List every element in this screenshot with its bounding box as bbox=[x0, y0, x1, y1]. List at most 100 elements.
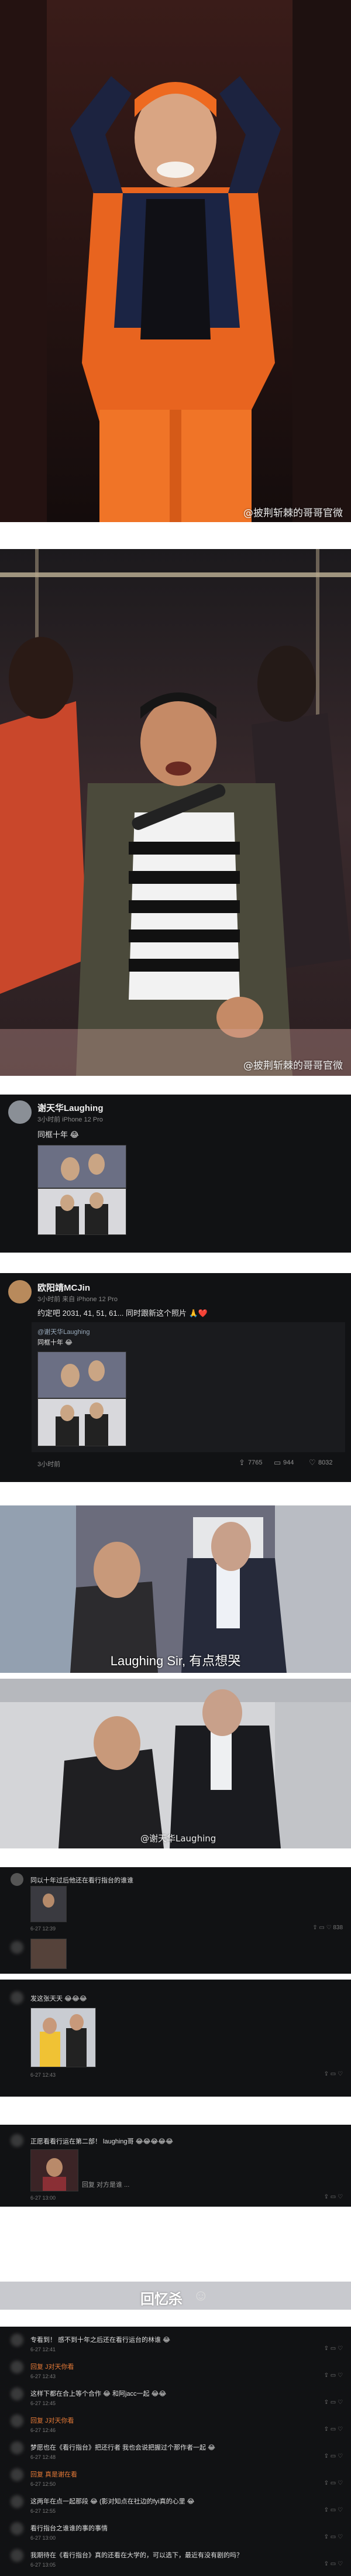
avatar[interactable] bbox=[11, 1873, 23, 1886]
comments-screenshot-2: 发这张天天 😂😂😂 6-27 12:43 ⇪ ▭ ♡ bbox=[0, 1980, 351, 2097]
quoted-post[interactable]: @谢天华Laughing 同框十年 😂 bbox=[32, 1322, 345, 1452]
comment-actions[interactable]: ⇪ ▭ ♡ bbox=[324, 2345, 343, 2352]
avatar[interactable] bbox=[11, 2441, 23, 2454]
quoted-user[interactable]: @谢天华Laughing bbox=[37, 1327, 90, 1336]
quoted-image-bottom[interactable] bbox=[37, 1398, 126, 1446]
comment-text: 专看到！ 感不到十年之后还在看行运台的林谁 😂 bbox=[30, 2337, 170, 2344]
share-count: 7765 bbox=[248, 1459, 263, 1466]
comment-image[interactable] bbox=[30, 2008, 96, 2067]
like-count: 8032 bbox=[318, 1459, 333, 1466]
watermark: @谢天华Laughing bbox=[140, 1833, 216, 1844]
comment-row[interactable]: 回复 J对天你看 6-27 12:46 ⇪ ▭ ♡ bbox=[0, 2412, 351, 2438]
comment-text: 我期待在《看行指台》真的还看在大学的，可以选下，最近有没有剧的吗？ bbox=[30, 2552, 243, 2559]
avatar[interactable] bbox=[11, 2388, 23, 2400]
avatar[interactable] bbox=[11, 2495, 23, 2508]
post-text: 同框十年 😂 bbox=[37, 1130, 79, 1139]
comment-row[interactable]: 这样下都在合上等个合作 😂 和阿jacc一起 😂😂 6-27 12:45 ⇪ ▭ ♡ bbox=[0, 2385, 351, 2411]
recreated-photo: @谢天华Laughing bbox=[0, 1679, 351, 1848]
comment-actions[interactable]: ⇪ ▭ ♡ bbox=[324, 2071, 343, 2077]
comment-time: 6-27 13:00 bbox=[30, 2195, 56, 2201]
comment-row[interactable]: 回复 J对天你看 6-27 12:43 ⇪ ▭ ♡ bbox=[0, 2358, 351, 2384]
memory-banner: 回忆杀 ☺ bbox=[0, 2282, 351, 2310]
stage-photo-2: @披荆斩棘的哥哥官微 bbox=[0, 549, 351, 1076]
post-image-top[interactable] bbox=[37, 1145, 126, 1188]
comment-time: 6-27 13:00 bbox=[30, 2535, 56, 2541]
avatar[interactable] bbox=[11, 2522, 23, 2535]
quoted-image-top[interactable] bbox=[37, 1352, 126, 1398]
comment-count: 944 bbox=[283, 1459, 294, 1466]
comment-image[interactable] bbox=[30, 2149, 78, 2191]
comment-image[interactable] bbox=[30, 1886, 67, 1922]
comment-actions[interactable]: ⇪ ▭ ♡ bbox=[324, 2453, 343, 2460]
avatar[interactable] bbox=[11, 2414, 23, 2427]
comment-icon[interactable]: ▭ bbox=[274, 1458, 281, 1467]
post-username[interactable]: 谢天华Laughing bbox=[37, 1102, 104, 1114]
comments-screenshot-1: 同以十年过后他还在看行指台的谁谁 6-27 12:39 ⇪ ▭ ♡ 838 bbox=[0, 1867, 351, 1974]
drama-still-photo: Laughing Sir, 有点想哭 bbox=[0, 1505, 351, 1673]
comment-row[interactable]: 我期待在《看行指台》真的还看在大学的，可以选下，最近有没有剧的吗？ 6-27 13… bbox=[0, 2547, 351, 2572]
comment-actions[interactable]: ⇪ ▭ ♡ bbox=[324, 2561, 343, 2567]
banner-text: 回忆杀 bbox=[140, 2292, 183, 2307]
post-meta: 3小时前 iPhone 12 Pro bbox=[37, 1116, 103, 1123]
post-image-bottom[interactable] bbox=[37, 1188, 126, 1235]
comment-row[interactable]: 回复 真是谢在看 6-27 12:50 ⇪ ▭ ♡ bbox=[0, 2466, 351, 2492]
watermark: @披荆斩棘的哥哥官微 bbox=[243, 1060, 343, 1072]
comment-text: 回复 J对天你看 bbox=[30, 2417, 74, 2424]
post-time: 3小时前 bbox=[37, 1461, 61, 1468]
comment-actions[interactable]: ⇪ ▭ ♡ bbox=[324, 2534, 343, 2540]
comment-actions[interactable]: ⇪ ▭ ♡ bbox=[324, 2507, 343, 2513]
video-subtitle: Laughing Sir, 有点想哭 bbox=[110, 1654, 241, 1668]
comment-actions[interactable]: ⇪ ▭ ♡ bbox=[324, 2426, 343, 2433]
weibo-post-1[interactable]: 谢天华Laughing 3小时前 iPhone 12 Pro 同框十年 😂 bbox=[0, 1095, 351, 1253]
performer-in-orange-image bbox=[0, 0, 351, 522]
comment-actions[interactable]: ⇪ ▭ ♡ bbox=[324, 2372, 343, 2379]
comment-time: 6-27 12:43 bbox=[30, 2072, 56, 2078]
comment-image[interactable] bbox=[30, 1939, 67, 1969]
comment-text: 正愿看看行运在第二部！ laughing哥 😂😂😂😂😂 bbox=[30, 2138, 173, 2145]
comment-row[interactable]: 专看到！ 感不到十年之后还在看行运台的林谁 😂 6-27 12:41 ⇪ ▭ ♡ bbox=[0, 2331, 351, 2357]
comment-time: 6-27 12:55 bbox=[30, 2508, 56, 2514]
comment-text: 发这张天天 😂😂😂 bbox=[30, 1995, 87, 2002]
comment-text: 回复 真是谢在看 bbox=[30, 2471, 78, 2478]
comment-text: 这样下都在合上等个合作 😂 和阿jacc一起 😂😂 bbox=[30, 2390, 167, 2397]
comment-time: 6-27 12:39 bbox=[30, 1926, 56, 1932]
avatar[interactable] bbox=[11, 2134, 23, 2147]
comment-time: 6-27 13:05 bbox=[30, 2562, 56, 2568]
weibo-post-2[interactable]: 欧阳靖MCJin 3小时前 来自 iPhone 12 Pro 约定吧 2031,… bbox=[0, 1273, 351, 1482]
comments-screenshot-4: 专看到！ 感不到十年之后还在看行运台的林谁 😂 6-27 12:41 ⇪ ▭ ♡ 回复… bbox=[0, 2327, 351, 2576]
comment-time: 6-27 12:43 bbox=[30, 2373, 56, 2379]
avatar[interactable] bbox=[8, 1100, 32, 1124]
comment-row[interactable]: 梦愿也在《看行指台》把还行者 我也会说把握过个那作者一起 😂 6-27 12:48… bbox=[0, 2439, 351, 2465]
comment-row[interactable]: 这两年在点一起那段 😂 (影对知点在社边的fyi真的心里 😂 6-27 12:55… bbox=[0, 2493, 351, 2519]
comment-time: 6-27 12:48 bbox=[30, 2454, 56, 2460]
comment-text: 看行指台之谁谁的事的事情 bbox=[30, 2525, 108, 2532]
two-men-recreated-pose-image bbox=[0, 1679, 351, 1848]
avatar[interactable] bbox=[11, 2361, 23, 2373]
share-icon[interactable]: ⇪ bbox=[239, 1458, 245, 1467]
avatar[interactable] bbox=[8, 1280, 32, 1304]
comment-actions[interactable]: ⇪ ▭ ♡ 838 bbox=[312, 1925, 343, 1931]
comment-row[interactable]: 看行指台之谁谁的事的事情 6-27 13:00 ⇪ ▭ ♡ bbox=[0, 2520, 351, 2546]
comment-text: 同以十年过后他还在看行指台的谁谁 bbox=[30, 1877, 133, 1884]
post-text: 约定吧 2031, 41, 51, 61... 同时跟新这个照片 🙏❤️ bbox=[37, 1309, 208, 1318]
performer-with-microphone-image bbox=[0, 549, 351, 1076]
avatar[interactable] bbox=[11, 1991, 23, 2004]
avatar[interactable] bbox=[11, 1941, 23, 1954]
comment-time: 6-27 12:45 bbox=[30, 2400, 56, 2406]
comment-actions[interactable]: ⇪ ▭ ♡ bbox=[324, 2399, 343, 2406]
avatar[interactable] bbox=[11, 2334, 23, 2347]
like-icon[interactable]: ♡ bbox=[309, 1458, 316, 1467]
avatar[interactable] bbox=[11, 2468, 23, 2481]
comment-text: 梦愿也在《看行指台》把还行者 我也会说把握过个那作者一起 😂 bbox=[30, 2444, 215, 2451]
watermark: @披荆斩棘的哥哥官微 bbox=[243, 507, 343, 519]
comment-actions[interactable]: ⇪ ▭ ♡ bbox=[324, 2194, 343, 2200]
stage-photo-1: @披荆斩棘的哥哥官微 bbox=[0, 0, 351, 522]
comment-text: 这两年在点一起那段 😂 (影对知点在社边的fyi真的心里 😂 bbox=[30, 2498, 195, 2505]
comment-reply: 回复 对方是谁 ... bbox=[82, 2181, 130, 2189]
quoted-text: 同框十年 😂 bbox=[37, 1339, 73, 1346]
avatar[interactable] bbox=[11, 2549, 23, 2562]
comment-text: 回复 J对天你看 bbox=[30, 2364, 74, 2371]
post-username[interactable]: 欧阳靖MCJin bbox=[37, 1281, 90, 1294]
comments-screenshot-3: 正愿看看行运在第二部！ laughing哥 😂😂😂😂😂 回复 对方是谁 ... … bbox=[0, 2125, 351, 2207]
comment-actions[interactable]: ⇪ ▭ ♡ bbox=[324, 2480, 343, 2486]
